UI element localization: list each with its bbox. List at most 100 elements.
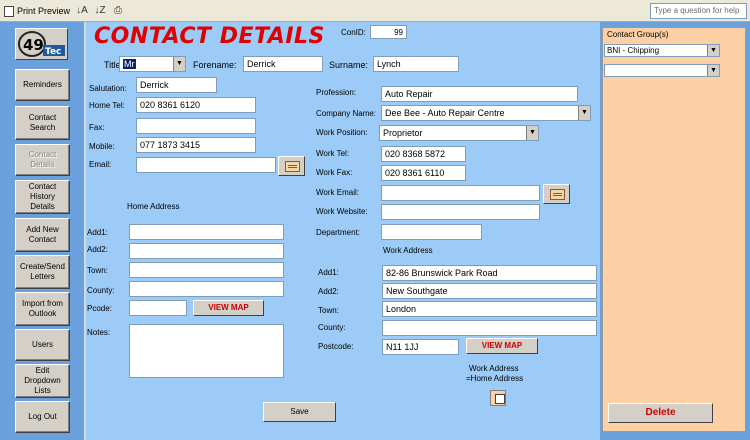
work-fax-label: Work Fax: [316,168,353,177]
contact-details-button[interactable]: Contact Details [15,144,70,176]
work-add1-label: Add1: [318,268,339,277]
fax-field[interactable] [136,118,256,134]
mobile-label: Mobile: [89,142,115,151]
profession-field[interactable]: Auto Repair [381,86,578,102]
conid-label: ConID: [341,28,366,37]
home-county-field[interactable] [129,281,284,297]
email-field[interactable] [136,157,276,173]
work-town-field[interactable]: London [382,301,597,317]
contact-groups-panel [602,27,746,432]
work-fax-field[interactable]: 020 8361 6110 [381,165,466,181]
department-field[interactable] [381,224,482,240]
save-button[interactable]: Save [263,402,336,422]
notes-textarea[interactable] [129,324,284,378]
surname-label: Surname: [329,60,369,70]
users-button[interactable]: Users [15,329,70,361]
print-preview-button[interactable]: Print Preview [4,3,70,19]
notes-label: Notes: [87,328,111,337]
work-county-field[interactable] [382,320,597,336]
toolbar: Print Preview ↓A ↓Z ⎙ Type a question fo… [0,0,750,22]
home-tel-field[interactable]: 020 8361 6120 [136,97,256,113]
create-send-letters-button[interactable]: Create/Send Letters [15,255,70,289]
surname-field[interactable]: Lynch [373,56,459,72]
same-address-label-line1: Work Address [469,364,519,373]
email-label: Email: [89,160,112,169]
add-new-contact-button[interactable]: Add New Contact [15,218,70,252]
work-add2-label: Add2: [318,287,339,296]
title-value: Mr [123,59,136,69]
chevron-down-icon[interactable]: ▼ [578,106,590,120]
forename-field[interactable]: Derrick [243,56,323,72]
send-work-email-button[interactable] [543,184,570,204]
home-pcode-field[interactable] [129,300,187,316]
work-add2-field[interactable]: New Southgate [382,283,597,299]
print-preview-icon [4,5,14,17]
home-address-heading: Home Address [127,202,180,211]
salutation-field[interactable]: Derrick [136,77,217,93]
home-view-map-button[interactable]: VIEW MAP [193,300,264,316]
home-add2-field[interactable] [129,243,284,259]
salutation-label: Salutation: [89,84,127,93]
import-outlook-button[interactable]: Import from Outlook [15,292,70,326]
home-county-label: County: [87,286,115,295]
work-position-select[interactable]: Proprietor ▼ [379,125,539,141]
chevron-down-icon[interactable]: ▼ [707,45,719,56]
company-select[interactable]: Dee Bee - Auto Repair Centre ▼ [381,105,591,121]
work-email-field[interactable] [381,185,540,201]
home-add2-label: Add2: [87,245,108,254]
logo-graphic: 49 Tec [18,31,65,57]
chevron-down-icon[interactable]: ▼ [526,126,538,140]
print-preview-label: Print Preview [17,6,71,16]
work-address-heading: Work Address [383,246,433,255]
group-select-1[interactable]: BNI - Chipping ▼ [604,44,720,57]
group-select-2[interactable]: ▼ [604,64,720,77]
group-1-value: BNI - Chipping [607,46,660,55]
chevron-down-icon[interactable]: ▼ [173,57,185,71]
home-add1-label: Add1: [87,228,108,237]
home-pcode-label: Pcode: [87,304,112,313]
company-label: Company Name: [316,109,377,118]
work-postcode-label: Postcode: [318,342,354,351]
same-address-label-line2: =Home Address [466,374,524,383]
svg-text:Tec: Tec [45,47,61,57]
work-position-value: Proprietor [383,128,423,138]
sort-descending-icon[interactable]: ↓Z [93,4,107,18]
company-logo: 49 Tec [15,28,68,60]
conid-field[interactable]: 99 [370,25,407,39]
home-town-field[interactable] [129,262,284,278]
delete-button[interactable]: Delete [608,403,713,423]
work-website-label: Work Website: [316,207,368,216]
work-postcode-field[interactable]: N11 1JJ [382,339,459,355]
svg-text:49: 49 [23,36,44,54]
help-search-input[interactable]: Type a question for help [650,3,747,19]
log-out-button[interactable]: Log Out [15,401,70,433]
chevron-down-icon[interactable]: ▼ [707,65,719,76]
reminders-button[interactable]: Reminders [15,69,70,101]
work-tel-field[interactable]: 020 8368 5872 [381,146,466,162]
work-website-field[interactable] [381,204,540,220]
work-view-map-button[interactable]: VIEW MAP [466,338,538,354]
page-title: CONTACT DETAILS [94,24,325,49]
contact-history-button[interactable]: Contact History Details [15,180,70,214]
mobile-field[interactable]: 077 1873 3415 [136,137,256,153]
work-email-label: Work Email: [316,188,359,197]
home-add1-field[interactable] [129,224,284,240]
envelope-icon [550,189,565,200]
contact-search-button[interactable]: Contact Search [15,106,70,140]
same-address-checkbox[interactable] [490,390,506,406]
printer-icon[interactable]: ⎙ [111,4,125,18]
home-tel-label: Home Tel: [89,101,125,110]
envelope-icon [285,161,300,172]
send-email-button[interactable] [278,156,305,176]
forename-label: Forename: [193,60,237,70]
work-position-label: Work Position: [316,128,368,137]
work-tel-label: Work Tel: [316,149,350,158]
sort-ascending-icon[interactable]: ↓A [75,4,89,18]
work-add1-field[interactable]: 82-86 Brunswick Park Road [382,265,597,281]
home-town-label: Town: [87,266,108,275]
profession-label: Profession: [316,88,357,97]
title-select[interactable]: Mr ▼ [119,56,186,72]
edit-dropdown-lists-button[interactable]: Edit Dropdown Lists [15,364,70,398]
contact-groups-heading: Contact Group(s) [607,30,669,39]
department-label: Department: [316,228,361,237]
